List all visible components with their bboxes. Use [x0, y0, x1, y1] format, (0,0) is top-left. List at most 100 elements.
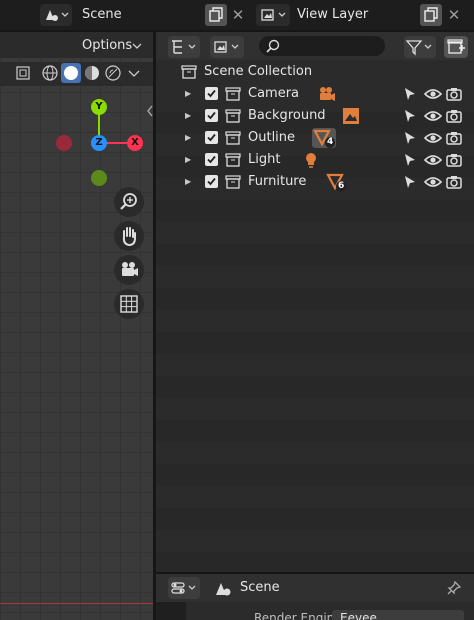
duplicate-icon: [424, 7, 438, 22]
close-icon[interactable]: ✕: [444, 4, 464, 26]
exclude-checkbox[interactable]: [205, 109, 218, 122]
render-engine-label: Render Engine: [254, 611, 342, 620]
exclude-checkbox[interactable]: [205, 131, 218, 144]
exclude-checkbox[interactable]: [205, 153, 218, 166]
render-camera-icon[interactable]: [446, 174, 462, 190]
zoom-icon: [120, 193, 137, 210]
gizmo-neg-y-axis[interactable]: [91, 170, 107, 186]
outliner-row-outline[interactable]: ▶ Outline 4: [156, 127, 474, 149]
expand-triangle-icon[interactable]: ▶: [185, 127, 191, 149]
outliner-row-light[interactable]: ▶ Light: [156, 149, 474, 171]
editor-type-dropdown[interactable]: [168, 577, 200, 599]
gizmo-z-axis[interactable]: Z: [91, 135, 107, 151]
outliner-tree-icon: [172, 40, 196, 54]
checkmark-icon: [207, 155, 216, 164]
checkmark-icon: [207, 111, 216, 120]
outliner-row-background[interactable]: ▶ Background: [156, 105, 474, 127]
outliner-row-camera[interactable]: ▶ Camera: [156, 83, 474, 105]
eye-icon[interactable]: [424, 152, 442, 168]
exclude-checkbox[interactable]: [205, 175, 218, 188]
new-collection-icon: [447, 39, 465, 54]
grid-icon: [120, 295, 138, 313]
collection-box-icon: [225, 153, 241, 167]
row-label: Background: [248, 108, 326, 123]
scene-name-field[interactable]: Scene: [74, 4, 204, 26]
sidebar-collapse-arrow-icon[interactable]: [146, 104, 154, 118]
solid-sphere-icon: [64, 66, 78, 80]
render-camera-icon[interactable]: [446, 108, 462, 124]
scene-icon: [46, 10, 69, 21]
timeline-marker-line: [0, 603, 153, 604]
zoom-button[interactable]: [114, 187, 144, 217]
outliner-row-furniture[interactable]: ▶ Furniture 6: [156, 171, 474, 193]
gizmo-neg-x-axis[interactable]: [56, 135, 72, 151]
eye-icon[interactable]: [424, 130, 442, 146]
render-layers-icon: [261, 9, 286, 21]
exclude-checkbox[interactable]: [205, 87, 218, 100]
expand-triangle-icon[interactable]: ▶: [185, 105, 191, 127]
camera-icon: [122, 262, 138, 276]
select-arrow-icon[interactable]: [402, 130, 418, 146]
filter-blend-dropdown[interactable]: [210, 36, 244, 58]
ortho-toggle-button[interactable]: [114, 289, 144, 319]
image-layers-icon: [214, 41, 239, 53]
gizmo-y-axis[interactable]: Y: [91, 99, 107, 115]
scene-collection-row[interactable]: Scene Collection: [156, 61, 474, 83]
pan-button[interactable]: [114, 221, 144, 251]
view-layer-name-field[interactable]: View Layer: [291, 4, 417, 26]
new-scene-button[interactable]: [205, 4, 227, 26]
display-mode-dropdown[interactable]: [168, 36, 200, 58]
options-dropdown[interactable]: Options: [74, 35, 146, 57]
wireframe-shading-button[interactable]: [40, 63, 60, 83]
pin-icon[interactable]: [446, 580, 462, 596]
checkmark-icon: [207, 89, 216, 98]
render-engine-dropdown[interactable]: Eevee: [332, 610, 464, 620]
properties-editor-icon: [171, 582, 196, 594]
select-arrow-icon[interactable]: [402, 86, 418, 102]
eye-icon[interactable]: [424, 174, 442, 190]
new-collection-button[interactable]: [444, 36, 468, 58]
solid-shading-button[interactable]: [61, 63, 81, 83]
properties-header: Scene: [156, 574, 474, 602]
top-bar: Scene ✕ View Layer ✕: [0, 0, 474, 30]
select-arrow-icon[interactable]: [402, 174, 418, 190]
gizmo-x-axis[interactable]: X: [127, 135, 143, 151]
material-sphere-icon: [85, 66, 99, 80]
xray-toggle[interactable]: [13, 63, 33, 83]
rendered-sphere-icon: [105, 65, 121, 81]
outliner-header: [156, 32, 474, 60]
toolbar-edge: [0, 63, 6, 83]
image-icon[interactable]: [342, 107, 360, 125]
select-arrow-icon[interactable]: [402, 152, 418, 168]
camera-object-icon[interactable]: [318, 85, 336, 103]
outliner-search-input[interactable]: [259, 36, 385, 56]
scene-collection-label: Scene Collection: [204, 64, 313, 79]
expand-triangle-icon[interactable]: ▶: [185, 83, 191, 105]
render-camera-icon[interactable]: [446, 86, 462, 102]
scene-name: Scene: [82, 7, 122, 22]
row-label: Furniture: [248, 174, 307, 189]
view-layer-selector-dropdown[interactable]: [256, 4, 290, 26]
render-camera-icon[interactable]: [446, 130, 462, 146]
filter-dropdown[interactable]: [404, 36, 436, 58]
collection-box-icon: [181, 65, 197, 79]
material-shading-button[interactable]: [82, 63, 102, 83]
chevron-down-icon: [128, 70, 140, 77]
render-camera-icon[interactable]: [446, 152, 462, 168]
camera-view-button[interactable]: [114, 255, 144, 285]
rendered-shading-button[interactable]: [103, 63, 123, 83]
eye-icon[interactable]: [424, 86, 442, 102]
close-icon[interactable]: ✕: [228, 4, 248, 26]
shading-options-dropdown[interactable]: [125, 63, 143, 83]
eye-icon[interactable]: [424, 108, 442, 124]
new-view-layer-button[interactable]: [420, 4, 442, 26]
expand-triangle-icon[interactable]: ▶: [185, 149, 191, 171]
expand-triangle-icon[interactable]: ▶: [185, 171, 191, 193]
row-label: Camera: [248, 86, 300, 101]
light-bulb-icon[interactable]: [303, 151, 319, 169]
properties-title: Scene: [240, 580, 280, 595]
chevron-down-icon: [132, 43, 142, 49]
scene-selector-dropdown[interactable]: [40, 4, 72, 26]
select-arrow-icon[interactable]: [402, 108, 418, 124]
row-label: Outline: [248, 130, 296, 145]
